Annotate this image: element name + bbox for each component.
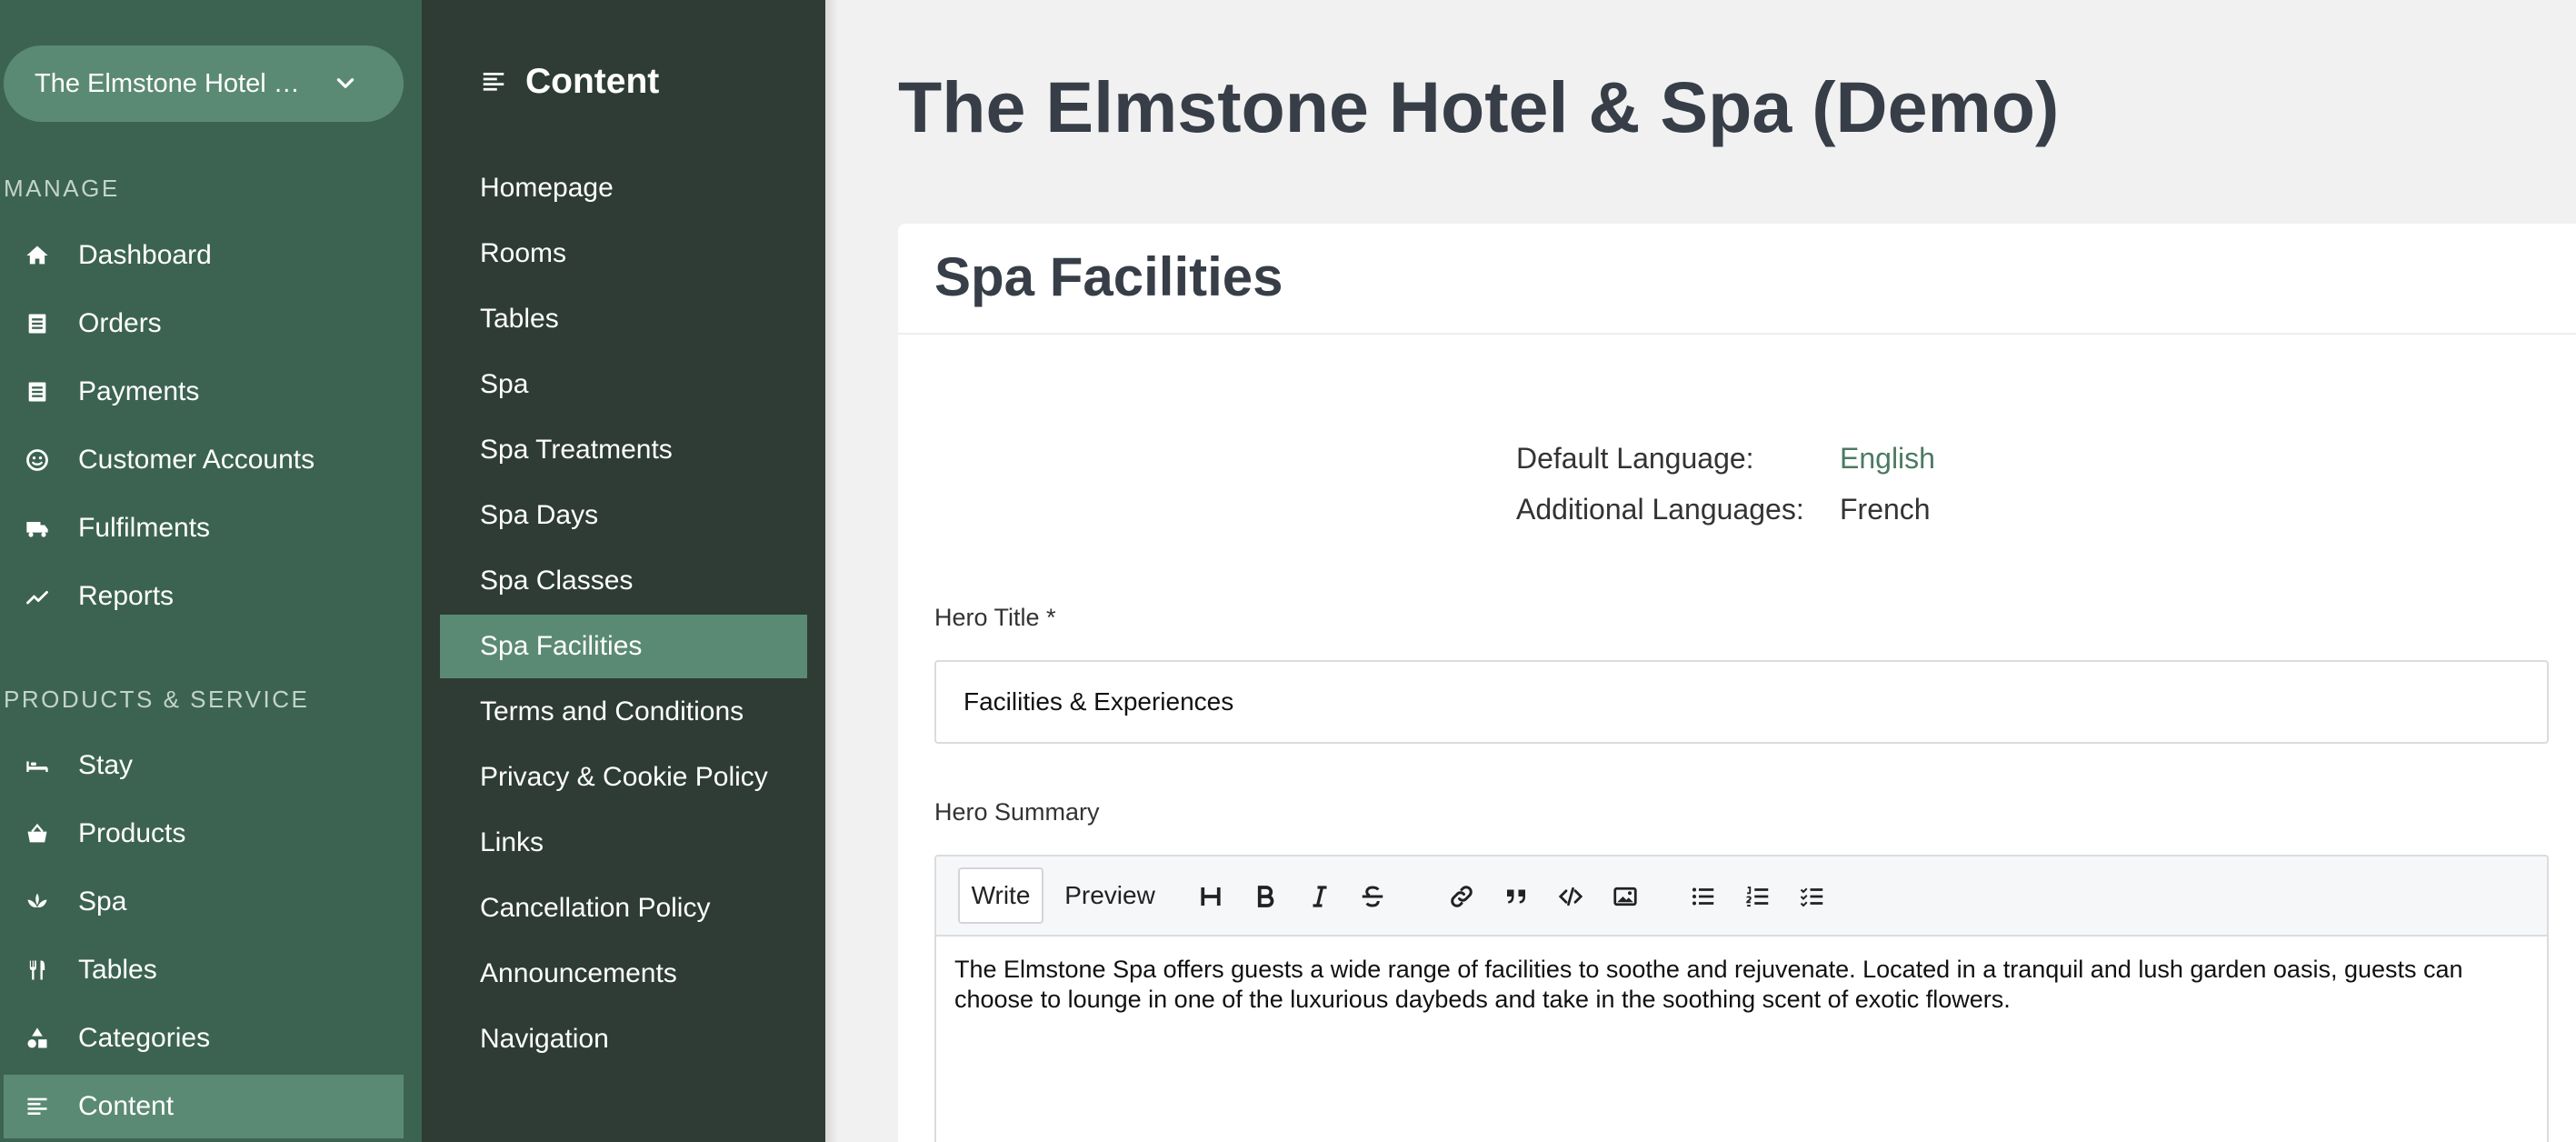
link-icon[interactable] — [1445, 880, 1478, 913]
subnav-title-label: Content — [525, 62, 660, 101]
sidebar-item-customer-accounts[interactable]: Customer Accounts — [4, 428, 404, 492]
sidebar-item-orders[interactable]: Orders — [4, 292, 404, 356]
list-icon — [22, 376, 53, 407]
smile-icon — [22, 445, 53, 476]
additional-languages-value: French — [1840, 492, 1931, 526]
hotel-switcher[interactable]: The Elmstone Hotel & Spa (Demo) — [4, 45, 404, 122]
strikethrough-icon[interactable] — [1356, 880, 1389, 913]
sidebar-item-categories[interactable]: Categories — [4, 1007, 404, 1070]
sidebar-item-label: Reports — [78, 581, 175, 611]
preview-tab[interactable]: Preview — [1051, 867, 1169, 924]
subnav-item-tables[interactable]: Tables — [440, 287, 807, 351]
sidebar-item-spa[interactable]: Spa — [4, 870, 404, 934]
default-language-row: Default Language: English — [1516, 433, 1935, 484]
sidebar-item-label: Stay — [78, 750, 134, 780]
page-title: The Elmstone Hotel & Spa (Demo) — [898, 66, 2060, 147]
sidebar-item-label: Fulfilments — [78, 513, 211, 543]
subnav-item-rooms[interactable]: Rooms — [440, 222, 807, 286]
section-label-manage: MANAGE — [4, 175, 120, 202]
sidebar-item-payments[interactable]: Payments — [4, 360, 404, 424]
subnav-item-announcements[interactable]: Announcements — [440, 942, 807, 1006]
sidebar-item-dashboard[interactable]: Dashboard — [4, 224, 404, 287]
subnav-item-spa-classes[interactable]: Spa Classes — [440, 549, 807, 613]
sidebar-item-label: Dashboard — [78, 240, 212, 270]
subnav-item-privacy-cookie-policy[interactable]: Privacy & Cookie Policy — [440, 746, 807, 809]
subnav-item-terms-and-conditions[interactable]: Terms and Conditions — [440, 680, 807, 744]
numbered-list-icon[interactable] — [1742, 880, 1774, 913]
subnav-item-homepage[interactable]: Homepage — [440, 156, 807, 220]
image-icon[interactable] — [1609, 880, 1642, 913]
sidebar-item-products[interactable]: Products — [4, 802, 404, 866]
utensils-icon — [22, 955, 53, 986]
subnav-item-spa-facilities[interactable]: Spa Facilities — [440, 615, 807, 678]
subnav-shadow — [825, 0, 838, 1142]
sidebar-item-label: Orders — [78, 308, 162, 338]
sidebar-item-fulfilments[interactable]: Fulfilments — [4, 496, 404, 560]
truck-icon — [22, 513, 53, 544]
additional-languages-row: Additional Languages: French — [1516, 484, 1935, 535]
card-title: Spa Facilities — [934, 246, 1283, 307]
hero-title-label: Hero Title * — [934, 604, 1056, 631]
hero-summary-label: Hero Summary — [934, 798, 1100, 826]
lotus-icon — [22, 887, 53, 917]
sidebar-item-content[interactable]: Content — [4, 1075, 404, 1138]
sidebar-item-label: Content — [78, 1091, 175, 1121]
bed-icon — [22, 750, 53, 781]
additional-languages-label: Additional Languages: — [1516, 492, 1804, 526]
card-header: Spa Facilities — [898, 224, 2576, 335]
code-icon[interactable] — [1554, 880, 1587, 913]
sidebar-item-stay[interactable]: Stay — [4, 734, 404, 797]
subnav-item-spa[interactable]: Spa — [440, 353, 807, 416]
list-icon — [22, 308, 53, 339]
subnav-item-links[interactable]: Links — [440, 811, 807, 875]
quote-icon[interactable] — [1500, 880, 1533, 913]
task-list-icon[interactable] — [1796, 880, 1829, 913]
subnav-item-navigation[interactable]: Navigation — [440, 1007, 807, 1071]
default-language-link[interactable]: English — [1840, 442, 1935, 476]
subnav-title: Content — [480, 62, 659, 102]
content-card: Spa Facilities Default Language: English… — [898, 224, 2576, 1142]
hero-summary-textarea[interactable]: The Elmstone Spa offers guests a wide ra… — [954, 955, 2529, 1015]
subnav-item-cancellation-policy[interactable]: Cancellation Policy — [440, 877, 807, 940]
content-subnav: Content Homepage Rooms Tables Spa Spa Tr… — [422, 0, 825, 1142]
hotel-switcher-label: The Elmstone Hotel & Spa (Demo) — [35, 68, 316, 98]
align-left-icon — [480, 67, 509, 96]
hero-title-input[interactable] — [934, 660, 2549, 744]
shapes-icon — [22, 1023, 53, 1054]
sidebar-item-tables[interactable]: Tables — [4, 938, 404, 1002]
home-icon — [22, 240, 53, 271]
chart-line-icon — [22, 581, 53, 612]
sidebar-item-reports[interactable]: Reports — [4, 565, 404, 628]
section-label-products-service: PRODUCTS & SERVICE — [4, 686, 310, 713]
sidebar-item-label: Customer Accounts — [78, 445, 315, 475]
bulleted-list-icon[interactable] — [1687, 880, 1720, 913]
sidebar-item-label: Categories — [78, 1023, 211, 1053]
basket-icon — [22, 818, 53, 849]
sidebar-item-label: Spa — [78, 887, 127, 917]
sidebar-item-label: Payments — [78, 376, 200, 406]
heading-icon[interactable] — [1194, 880, 1227, 913]
language-info: Default Language: English Additional Lan… — [1516, 433, 1935, 535]
write-tab[interactable]: Write — [958, 867, 1043, 924]
subnav-item-spa-treatments[interactable]: Spa Treatments — [440, 418, 807, 482]
align-left-icon — [22, 1091, 53, 1122]
chevron-down-icon — [333, 71, 358, 96]
sidebar-item-label: Tables — [78, 955, 157, 985]
italic-icon[interactable] — [1303, 880, 1336, 913]
sidebar-item-label: Products — [78, 818, 186, 848]
main-sidebar: The Elmstone Hotel & Spa (Demo) MANAGE D… — [0, 0, 422, 1142]
hero-summary-editor: Write Preview The Elmstone Spa offers gu… — [934, 855, 2549, 1142]
bold-icon[interactable] — [1249, 880, 1282, 913]
default-language-label: Default Language: — [1516, 441, 1754, 475]
subnav-item-spa-days[interactable]: Spa Days — [440, 484, 807, 547]
editor-toolbar: Write Preview — [936, 856, 2547, 937]
